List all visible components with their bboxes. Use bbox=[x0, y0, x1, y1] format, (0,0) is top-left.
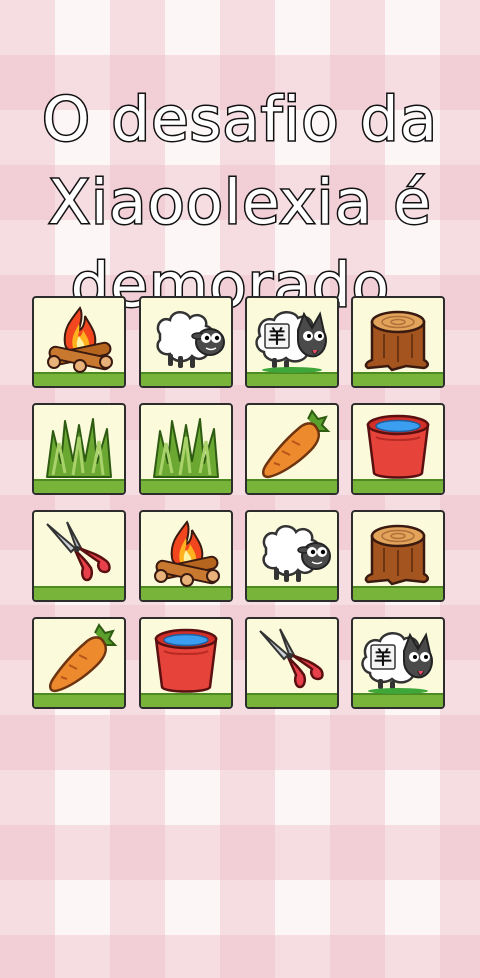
water-bucket-icon bbox=[366, 414, 430, 479]
tile[interactable] bbox=[245, 510, 339, 602]
tile[interactable]: 羊 bbox=[351, 617, 445, 709]
tile[interactable] bbox=[139, 617, 233, 709]
tile[interactable] bbox=[32, 617, 126, 709]
title-line-1: O desafio da bbox=[40, 83, 439, 157]
wolf-label: 羊 bbox=[374, 647, 392, 669]
tile[interactable] bbox=[351, 510, 445, 602]
carrot-icon bbox=[49, 623, 118, 693]
tile[interactable] bbox=[139, 510, 233, 602]
tile[interactable] bbox=[351, 296, 445, 388]
grass-icon bbox=[153, 418, 219, 478]
bonfire-icon bbox=[47, 306, 113, 373]
carrot-icon bbox=[262, 409, 331, 479]
tile[interactable] bbox=[32, 403, 126, 495]
grass-icon bbox=[46, 418, 112, 478]
title-line-2: Xiaoolexia é bbox=[47, 166, 433, 240]
tile[interactable] bbox=[139, 403, 233, 495]
tile[interactable] bbox=[32, 510, 126, 602]
sheep-icon bbox=[156, 311, 225, 368]
tile[interactable] bbox=[32, 296, 126, 388]
tile[interactable] bbox=[245, 617, 339, 709]
wolf-sheep-icon: 羊 bbox=[255, 311, 327, 373]
shears-icon bbox=[46, 521, 111, 582]
tree-stump-icon bbox=[364, 310, 429, 372]
tree-stump-icon bbox=[364, 524, 429, 586]
tile[interactable] bbox=[245, 403, 339, 495]
tile[interactable]: 羊 bbox=[245, 296, 339, 388]
wolf-sheep-icon: 羊 bbox=[361, 632, 433, 694]
bonfire-icon bbox=[154, 520, 220, 587]
tile[interactable] bbox=[139, 296, 233, 388]
tile[interactable] bbox=[351, 403, 445, 495]
challenge-title: O desafio da Xiaoolexia é demorado. bbox=[0, 78, 480, 327]
water-bucket-icon bbox=[154, 628, 218, 693]
wolf-label: 羊 bbox=[268, 326, 286, 348]
shears-icon bbox=[259, 628, 324, 689]
sheep-icon bbox=[262, 525, 331, 582]
